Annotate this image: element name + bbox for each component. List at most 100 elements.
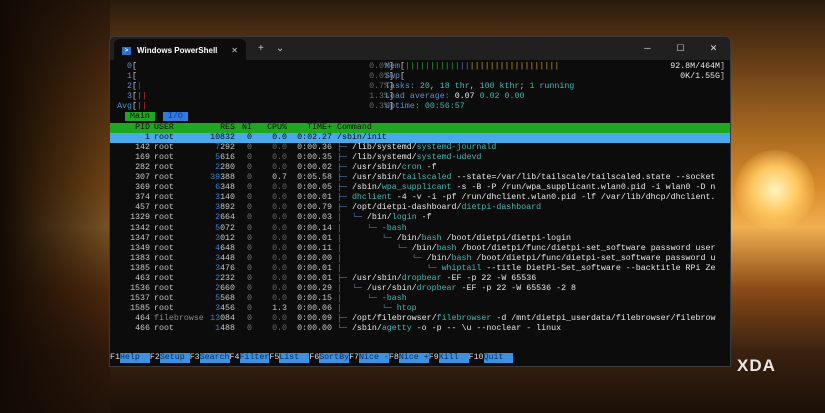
- cpu: 0.0: [272, 203, 287, 213]
- fkey-label[interactable]: List: [279, 353, 310, 364]
- fkey-f6[interactable]: F6: [309, 353, 319, 363]
- pid: 374: [135, 193, 150, 203]
- process-row[interactable]: 1383 root 3448 0 0.0 0:00.00 │ └─ /bin/bash /b…: [110, 254, 730, 264]
- pid: 1383: [130, 253, 150, 263]
- process-row[interactable]: 463 root 2232 0 0.0 0:00.01 ├─ /usr/sbin/dropb…: [110, 274, 730, 284]
- nice: 0: [247, 294, 252, 304]
- pid: 463: [135, 273, 150, 283]
- nice: 0: [247, 273, 252, 283]
- col-command[interactable]: Command: [332, 123, 730, 133]
- process-row[interactable]: 1 root 10832 0 0.0 0:02.27/sbin/init: [110, 132, 730, 143]
- cpu-meter-4: Avg[|| 0.3%]: [114, 102, 394, 112]
- res: 2280: [210, 163, 235, 173]
- meter-line: 1[0.0%] Swp[0K/1.55G]: [110, 72, 730, 82]
- process-row[interactable]: 1536 root 2660 0 0.0 0:00.29 │ └─ /usr/sbin/dr…: [110, 284, 730, 294]
- close-window-button[interactable]: ✕: [697, 37, 730, 60]
- fkey-f9[interactable]: F9: [429, 353, 439, 363]
- process-row[interactable]: 169 root 5616 0 0.0 0:00.35 ├─ /lib/systemd/sy…: [110, 153, 730, 163]
- process-row[interactable]: 1385 root 3476 0 0.0 0:00.01 │ └─ whiptail --t…: [110, 264, 730, 274]
- meter-text: 1: [529, 82, 535, 92]
- process-row[interactable]: 374 root 3140 0 0.0 0:00.01 ├─ dhclient -4 -v …: [110, 193, 730, 203]
- fkey-label[interactable]: Nice -: [359, 353, 389, 364]
- fkey-f3[interactable]: F3: [190, 353, 200, 363]
- res-thousands: 13: [210, 314, 221, 324]
- col-pid[interactable]: PID: [110, 123, 150, 133]
- tab-io[interactable]: I/O: [162, 112, 188, 122]
- fkey-label[interactable]: Nice +: [398, 353, 429, 364]
- cpu-meter-1: 1[0.0%]: [114, 72, 394, 82]
- process-row[interactable]: 142 root 7292 0 0.0 0:00.36 ├─ /lib/systemd/sy…: [110, 143, 730, 153]
- pid: 307: [135, 173, 150, 183]
- cpu-usage-bar: ||: [136, 92, 147, 102]
- close-tab-icon[interactable]: ✕: [231, 46, 238, 55]
- user: root: [154, 193, 174, 203]
- fkey-f10[interactable]: F10: [469, 353, 484, 363]
- command-path: /sbin/init: [337, 132, 387, 142]
- col-user[interactable]: USER: [150, 123, 210, 133]
- col-time[interactable]: TIME+: [287, 123, 332, 133]
- cpu-meter-3: 3[|| 1.3%]: [114, 92, 394, 102]
- time: 0:00.02: [297, 162, 332, 172]
- command-path: /usr/sbin/: [366, 284, 417, 294]
- process-row[interactable]: 1329 root 2664 0 0.0 0:00.03 │ └─ /bin/login -…: [110, 213, 730, 223]
- cpu: 0.0: [272, 294, 287, 304]
- pid: 1342: [130, 223, 150, 233]
- tree-branch: ├─: [337, 314, 352, 324]
- command-binary: bash: [436, 243, 457, 253]
- time: 0:00.05: [297, 183, 332, 193]
- mem-usage-bar: |||||||||||||||||||||||||||||||: [404, 62, 560, 71]
- time: 0:05.58: [297, 173, 332, 183]
- process-row[interactable]: 307 root 39388 0 0.7 0:05.58 ├─ /usr/sbin/tail…: [110, 173, 730, 183]
- pid: 464: [135, 314, 150, 324]
- fkey-label[interactable]: Kill: [438, 353, 469, 364]
- col-ni[interactable]: NI: [235, 123, 252, 133]
- time: 0:00.01: [297, 193, 332, 203]
- command: ├─ /lib/systemd/systemd-journald: [332, 143, 730, 153]
- col-cpu[interactable]: CPU%: [252, 123, 287, 133]
- tree-branch: │ └─: [337, 304, 397, 314]
- fkey-label[interactable]: SortBy: [319, 353, 350, 364]
- tree-branch: ├─: [337, 203, 352, 213]
- time: 0:00.01: [297, 233, 332, 243]
- nice: 0: [247, 203, 252, 213]
- tab-main[interactable]: Main: [125, 112, 155, 122]
- process-row[interactable]: 282 root 2280 0 0.0 0:00.02 ├─ /usr/sbin/cron …: [110, 163, 730, 173]
- tree-branch: └─: [337, 324, 352, 334]
- fkey-label[interactable]: Filter: [239, 353, 270, 364]
- user: root: [154, 213, 174, 223]
- nice: 0: [247, 152, 252, 162]
- fkey-f2[interactable]: F2: [150, 353, 160, 363]
- process-row[interactable]: 1342 root 5072 0 0.0 0:00.14 │ └─ -bash: [110, 224, 730, 234]
- process-row[interactable]: 1537 root 5568 0 0.0 0:00.15 │ └─ -bash: [110, 294, 730, 304]
- fkey-label[interactable]: Help: [119, 353, 150, 364]
- tab-powershell[interactable]: > Windows PowerShell ✕: [114, 39, 246, 62]
- fkey-f5[interactable]: F5: [269, 353, 279, 363]
- fkey-f7[interactable]: F7: [349, 353, 359, 363]
- fkey-label[interactable]: Quit: [483, 353, 514, 364]
- fkey-f4[interactable]: F4: [230, 353, 240, 363]
- process-row[interactable]: 457 root 3892 0 0.0 0:00.79 ├─ /opt/dietpi-das…: [110, 203, 730, 213]
- command: │ └─ /bin/login -f: [332, 213, 730, 223]
- fkey-f1[interactable]: F1: [110, 353, 120, 363]
- command-binary: filebrowser: [436, 314, 492, 324]
- maximize-button[interactable]: ☐: [664, 37, 697, 60]
- col-res[interactable]: RES: [210, 123, 235, 133]
- command-binary: agetty: [381, 324, 412, 334]
- process-row[interactable]: 1349 root 4648 0 0.0 0:00.11 │ └─ /bin/bash /b…: [110, 244, 730, 254]
- new-tab-button[interactable]: +: [258, 43, 264, 54]
- pid: 282: [135, 162, 150, 172]
- process-row[interactable]: 1347 root 3012 0 0.0 0:00.01 │ └─ /bin/bash /b…: [110, 234, 730, 244]
- chevron-down-icon[interactable]: ⌄: [276, 43, 284, 54]
- fkey-f8[interactable]: F8: [389, 353, 399, 363]
- process-row[interactable]: 369 root 6348 0 0.0 0:00.05 ├─ /sbin/wpa_suppl…: [110, 183, 730, 193]
- res-units: 140: [220, 193, 235, 203]
- tree-branch: │ └─: [337, 243, 412, 253]
- fkey-label[interactable]: Search: [199, 353, 230, 364]
- process-row[interactable]: 466 root 1488 0 0.0 0:00.00 └─ /sbin/agetty -o…: [110, 324, 730, 334]
- process-list: 1 root 10832 0 0.0 0:02.27/sbin/init 142 root 72…: [110, 132, 730, 335]
- fkey-label[interactable]: Setup: [159, 353, 190, 364]
- command-path: /sbin/: [351, 324, 382, 334]
- process-row[interactable]: 1585 root 3456 0 1.3 0:00.06 │ └─ htop: [110, 304, 730, 314]
- process-row[interactable]: 464 filebrowse 13084 0 0.0 0:00.09 ├─ /opt/fil…: [110, 314, 730, 324]
- minimize-button[interactable]: ─: [631, 37, 664, 60]
